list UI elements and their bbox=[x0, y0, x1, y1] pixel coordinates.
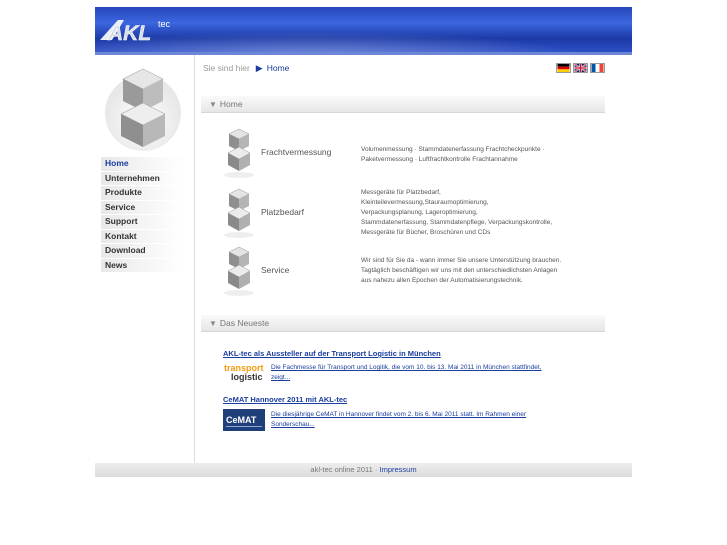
transport-logistic-logo-icon: transport logistic bbox=[224, 363, 264, 382]
nav-item-produkte[interactable]: Produkte bbox=[101, 186, 185, 201]
logo-text: AKL bbox=[107, 22, 151, 44]
footer-text: akl-tec online 2011 · bbox=[310, 465, 380, 474]
main-content: Sie sind hier ▶ Home ▼ Home Frachtvermessun… bbox=[196, 55, 632, 465]
section-header-news: ▼ Das Neueste bbox=[201, 315, 605, 332]
desc-line: Volumenmessung · Stammdatenerfassung Fra… bbox=[361, 146, 545, 153]
news-title[interactable]: AKL-tec als Aussteller auf der Transport… bbox=[223, 349, 441, 358]
news-teaser[interactable]: Die Fachmesse für Transport und Logitik,… bbox=[271, 363, 581, 383]
news-teaser[interactable]: Die diesjährige CeMAT in Hannover findet… bbox=[271, 410, 581, 430]
header-banner: AKL tec bbox=[95, 7, 632, 52]
category-service[interactable]: Service bbox=[221, 243, 351, 298]
flag-de-icon[interactable] bbox=[556, 63, 571, 73]
svg-text:logistic: logistic bbox=[231, 372, 263, 382]
desc-line: Wir sind für Sie da - wann immer Sie uns… bbox=[361, 257, 562, 264]
desc-line: Tagtäglich beschäftigen wir uns mit den … bbox=[361, 267, 558, 274]
flag-uk-icon[interactable] bbox=[573, 63, 588, 73]
main-nav: Home Unternehmen Produkte Service Suppor… bbox=[101, 157, 185, 273]
desc-line: Verpackungsplanung, Lageroptimierung, bbox=[361, 209, 478, 216]
category-label: Platzbedarf bbox=[261, 207, 304, 217]
category-description: Wir sind für Sie da - wann immer Sie uns… bbox=[361, 256, 606, 286]
news-title[interactable]: CeMAT Hannover 2011 mit AKL-tec bbox=[223, 395, 347, 404]
category-frachtvermessung[interactable]: Frachtvermessung bbox=[221, 125, 351, 180]
category-description: Volumenmessung · Stammdatenerfassung Fra… bbox=[361, 145, 606, 165]
footer: akl-tec online 2011 · Impressum bbox=[95, 463, 632, 477]
cube-icon bbox=[224, 188, 254, 238]
breadcrumb-prefix: Sie sind hier bbox=[203, 63, 250, 73]
news-teaser-line[interactable]: Sonderschau... bbox=[271, 420, 581, 430]
page: AKL tec Home Unternehmen Produkte Servic… bbox=[95, 7, 632, 477]
cube-icon bbox=[224, 246, 254, 296]
cube-logo-icon bbox=[105, 68, 181, 151]
collapse-triangle-icon[interactable]: ▼ bbox=[209, 100, 217, 109]
sidebar: Home Unternehmen Produkte Service Suppor… bbox=[95, 55, 195, 465]
breadcrumb-arrow-icon: ▶ bbox=[255, 63, 263, 73]
category-label: Service bbox=[261, 265, 290, 275]
news-teaser-line[interactable]: Die diesjährige CeMAT in Hannover findet… bbox=[271, 410, 581, 420]
desc-line: Paketvermessung · Luftfrachtkontrolle Fr… bbox=[361, 156, 518, 163]
nav-item-service[interactable]: Service bbox=[101, 200, 185, 215]
language-flags bbox=[556, 63, 605, 73]
cube-icon bbox=[224, 128, 254, 178]
desc-line: Messgeräte für Platzbedarf, bbox=[361, 189, 441, 196]
svg-text:CeMAT: CeMAT bbox=[226, 415, 257, 425]
nav-item-home[interactable]: Home bbox=[101, 157, 185, 172]
nav-item-news[interactable]: News bbox=[101, 258, 185, 273]
nav-item-support[interactable]: Support bbox=[101, 215, 185, 230]
nav-item-download[interactable]: Download bbox=[101, 244, 185, 259]
cemat-logo-icon: CeMAT bbox=[223, 409, 265, 431]
nav-item-unternehmen[interactable]: Unternehmen bbox=[101, 171, 185, 186]
impressum-link[interactable]: Impressum bbox=[379, 465, 416, 474]
section-title-news: Das Neueste bbox=[219, 318, 270, 328]
collapse-triangle-icon[interactable]: ▼ bbox=[209, 319, 217, 328]
section-header-home: ▼ Home bbox=[201, 96, 605, 113]
akl-tec-logo[interactable]: AKL tec bbox=[100, 16, 195, 44]
desc-line: Messgeräte für Bücher, Broschüren und CD… bbox=[361, 229, 491, 236]
news-teaser-line[interactable]: Die Fachmesse für Transport und Logitik,… bbox=[271, 363, 581, 373]
news-teaser-line[interactable]: zeigt... bbox=[271, 373, 581, 383]
desc-line: Stammdatenerfassung, Stammdatenpflege, V… bbox=[361, 219, 553, 226]
breadcrumb-current[interactable]: Home bbox=[267, 63, 290, 73]
desc-line: Kleinteilevermessung,Stauraumoptimierung… bbox=[361, 199, 489, 206]
section-title-home: Home bbox=[219, 99, 243, 109]
logo-suffix: tec bbox=[158, 19, 171, 29]
category-description: Messgeräte für Platzbedarf, Kleinteileve… bbox=[361, 188, 606, 238]
nav-item-kontakt[interactable]: Kontakt bbox=[101, 229, 185, 244]
category-platzbedarf[interactable]: Platzbedarf bbox=[221, 185, 351, 240]
category-label: Frachtvermessung bbox=[261, 147, 332, 157]
desc-line: aus nahezu allen Epochen der Automatisie… bbox=[361, 277, 523, 284]
flag-fr-icon[interactable] bbox=[590, 63, 605, 73]
